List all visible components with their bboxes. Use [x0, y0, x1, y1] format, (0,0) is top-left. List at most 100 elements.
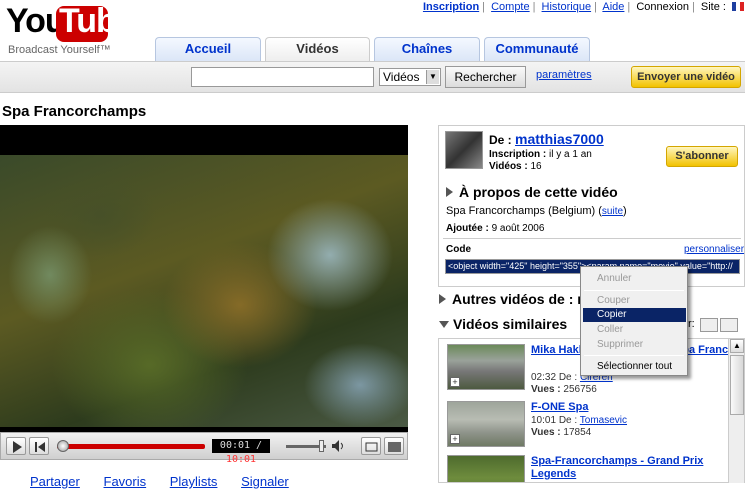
previous-button[interactable] [29, 437, 49, 455]
videos-count-value: 16 [530, 161, 542, 172]
video-thumbnail[interactable]: + [447, 401, 525, 447]
search-params-link[interactable]: paramètres [536, 69, 592, 81]
video-actions: Partager Favoris Playlists Signaler [30, 474, 309, 489]
category-select[interactable]: Vidéos ▼ [379, 68, 441, 86]
link-compte[interactable]: Compte [491, 1, 530, 13]
about-heading-text: À propos de cette vidéo [459, 184, 618, 200]
progress-bar[interactable] [57, 444, 205, 449]
site-label: Site : [700, 1, 726, 13]
menu-item-annuler[interactable]: Annuler [583, 272, 686, 286]
link-connexion[interactable]: Connexion [636, 1, 689, 13]
views-label: Vues : [531, 427, 561, 438]
progress-handle[interactable] [56, 440, 69, 452]
divider [443, 238, 741, 239]
uploader-avatar[interactable] [445, 131, 483, 169]
search-button[interactable]: Rechercher [445, 66, 526, 88]
france-flag-icon[interactable] [732, 2, 744, 11]
playlists-link[interactable]: Playlists [170, 474, 218, 489]
favorites-link[interactable]: Favoris [104, 474, 147, 489]
tab-communaute[interactable]: Communauté [484, 37, 590, 61]
search-input[interactable] [191, 67, 374, 87]
video-thumbnail[interactable]: + [447, 344, 525, 390]
play-button[interactable] [6, 437, 26, 455]
scroll-up-icon[interactable]: ▲ [730, 339, 744, 353]
about-heading[interactable]: À propos de cette vidéo [446, 184, 618, 200]
context-menu: Annuler Couper Copier Coller Supprimer S… [580, 266, 688, 376]
related-scrollbar[interactable]: ▲ [728, 339, 744, 483]
tab-videos[interactable]: Vidéos [265, 37, 370, 61]
add-icon[interactable]: + [450, 434, 460, 444]
menu-item-copier[interactable]: Copier [583, 308, 686, 322]
link-historique[interactable]: Historique [542, 1, 592, 13]
youtube-logo[interactable]: You Tube Broadcast Yourself™ [4, 2, 135, 60]
more-link[interactable]: suite [602, 206, 623, 217]
video-link[interactable]: Spa-Francorchamps - Grand Prix Legends [531, 455, 731, 481]
menu-item-coller[interactable]: Coller [583, 323, 686, 337]
joined-label: Inscription : [489, 149, 547, 160]
small-player-button[interactable] [361, 437, 381, 455]
tab-chaines[interactable]: Chaînes [374, 37, 480, 61]
menu-item-couper[interactable]: Couper [583, 294, 686, 308]
play-icon [13, 441, 22, 453]
views-label: Vues : [531, 384, 561, 395]
video-player[interactable] [0, 125, 408, 432]
from-label: De : [558, 415, 578, 426]
menu-separator [584, 355, 684, 356]
link-inscription[interactable]: Inscription [423, 1, 479, 13]
time-total: 10:01 [225, 454, 257, 465]
list-item[interactable]: + F-ONE Spa 10:01 De : Tomasevic Vues : … [445, 399, 735, 451]
from-label: De : [558, 372, 578, 383]
share-link[interactable]: Partager [30, 474, 80, 489]
duration: 02:32 [531, 372, 557, 383]
menu-item-supprimer[interactable]: Supprimer [583, 338, 686, 352]
top-links: Inscription | Compte | Historique | Aide | C… [423, 1, 744, 13]
menu-item-select-all[interactable]: Sélectionner tout [583, 360, 686, 374]
similar-videos-heading[interactable]: Vidéos similaires [439, 316, 567, 332]
add-icon[interactable]: + [450, 377, 460, 387]
category-select-value: Vidéos [383, 70, 420, 84]
subscribe-button[interactable]: S'abonner [666, 146, 738, 167]
uploader-link[interactable]: matthias7000 [515, 131, 604, 147]
fullscreen-button[interactable] [384, 437, 404, 455]
tab-accueil[interactable]: Accueil [155, 37, 261, 61]
expand-arrow-icon [439, 294, 446, 304]
video-link-text: Mika Hakk [531, 344, 585, 356]
video-title: Spa Francorchamps [2, 103, 147, 120]
menu-separator [584, 290, 684, 291]
link-aide[interactable]: Aide [602, 1, 624, 13]
added-line: Ajoutée : 9 août 2006 [446, 223, 544, 234]
time-current: 00:01 [219, 440, 251, 451]
other-videos-heading[interactable]: Autres vidéos de : m [439, 291, 590, 307]
volume-icon[interactable] [331, 439, 347, 453]
duration: 10:01 [531, 415, 557, 426]
customize-link[interactable]: personnaliser [684, 244, 744, 255]
volume-handle[interactable] [319, 440, 324, 452]
view-label: r: [688, 318, 695, 330]
grid-view-icon[interactable] [720, 318, 738, 332]
scroll-thumb[interactable] [730, 355, 744, 415]
from-label: De : [489, 133, 512, 147]
added-label: Ajoutée : [446, 223, 489, 234]
video-thumbnail[interactable] [447, 455, 525, 482]
video-frame[interactable] [0, 155, 408, 427]
description-line: Spa Francorchamps (Belgium) (suite) [446, 205, 627, 217]
list-item[interactable]: Spa-Francorchamps - Grand Prix Legends [445, 453, 735, 482]
added-value: 9 août 2006 [491, 223, 545, 234]
author-link[interactable]: Tomasevic [580, 415, 627, 426]
videos-count-label: Vidéos : [489, 161, 528, 172]
list-view-icon[interactable] [700, 318, 718, 332]
code-label: Code [446, 244, 471, 255]
joined-line: Inscription : il y a 1 an [489, 149, 592, 160]
collapse-arrow-icon [439, 321, 449, 328]
upload-video-button[interactable]: Envoyer une vidéo [631, 66, 741, 88]
time-display: 00:01 / 10:01 [212, 439, 270, 465]
window-icon [365, 442, 378, 452]
fullscreen-icon [388, 442, 401, 452]
player-controls: 00:01 / 10:01 [0, 432, 408, 465]
expand-arrow-icon [446, 187, 453, 197]
video-views: Vues : 256756 [531, 384, 597, 395]
logo-tube: Tube [59, 2, 135, 40]
report-link[interactable]: Signaler [241, 474, 289, 489]
video-link[interactable]: F-ONE Spa [531, 401, 731, 414]
joined-value: il y a 1 an [549, 149, 592, 160]
